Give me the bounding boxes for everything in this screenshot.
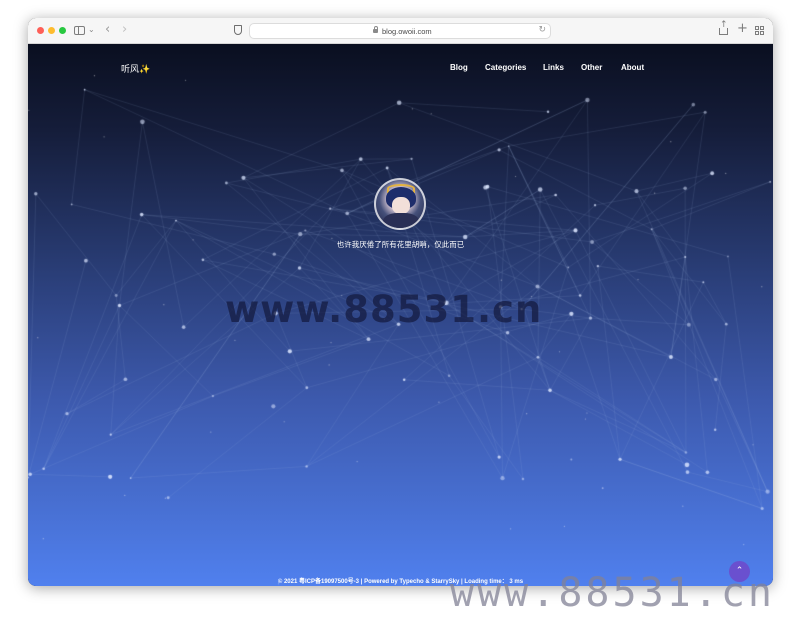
back-icon[interactable]: ‹ bbox=[105, 23, 110, 36]
nav-about[interactable]: About bbox=[621, 63, 644, 72]
tab-overview-icon[interactable] bbox=[755, 26, 764, 35]
page-viewport: 听风✨ Blog Categories Links Other About 也许… bbox=[28, 44, 773, 586]
zoom-window-button[interactable] bbox=[59, 27, 66, 34]
footer-icp-link[interactable]: 粤ICP备19097500号-3 bbox=[299, 579, 359, 585]
site-footer: © 2021 粤ICP备19097500号-3 | Powered by Typ… bbox=[28, 576, 773, 585]
back-to-top-button[interactable]: ⌃ bbox=[729, 561, 750, 582]
avatar-body bbox=[383, 213, 419, 228]
nav-categories[interactable]: Categories bbox=[485, 63, 526, 72]
footer-theme-link[interactable]: StarrySky bbox=[431, 579, 459, 585]
url-text: blog.owoii.com bbox=[382, 27, 432, 36]
new-tab-icon[interactable]: + bbox=[737, 22, 748, 35]
forward-icon[interactable]: › bbox=[122, 23, 127, 36]
site-brand[interactable]: 听风✨ bbox=[121, 62, 150, 75]
footer-amp: & bbox=[425, 579, 430, 585]
minimize-window-button[interactable] bbox=[48, 27, 55, 34]
chevron-down-icon[interactable]: ⌄ bbox=[88, 26, 95, 34]
footer-loading-label: Loading time： bbox=[464, 579, 508, 585]
footer-separator: | bbox=[360, 579, 363, 585]
avatar bbox=[374, 178, 426, 230]
sidebar-toggle-icon[interactable] bbox=[74, 26, 85, 35]
close-window-button[interactable] bbox=[37, 27, 44, 34]
reload-icon[interactable]: ↻ bbox=[538, 25, 546, 35]
chevron-up-icon: ⌃ bbox=[735, 566, 744, 576]
footer-powered-label: Powered by bbox=[364, 579, 398, 585]
site-motto: 也许我厌倦了所有花里胡哨，仅此而已 bbox=[336, 240, 465, 249]
address-bar[interactable]: blog.owoii.com ↻ bbox=[249, 23, 551, 39]
lock-icon bbox=[373, 26, 378, 33]
footer-typecho-link[interactable]: Typecho bbox=[399, 579, 423, 585]
share-icon[interactable] bbox=[719, 21, 728, 35]
privacy-shield-icon[interactable] bbox=[234, 25, 242, 35]
footer-loading-value: 3 ms bbox=[509, 579, 524, 585]
nav-blog[interactable]: Blog bbox=[450, 63, 468, 72]
avatar-face bbox=[392, 197, 410, 214]
browser-toolbar: ⌄ ‹ › blog.owoii.com ↻ + bbox=[28, 18, 773, 44]
browser-window: ⌄ ‹ › blog.owoii.com ↻ + 听风✨ Blog Catego… bbox=[28, 18, 773, 586]
starry-network-background bbox=[28, 44, 773, 586]
footer-copyright: © 2021 bbox=[277, 579, 298, 585]
footer-separator-2: | bbox=[461, 579, 463, 585]
nav-other[interactable]: Other bbox=[581, 63, 602, 72]
nav-links[interactable]: Links bbox=[543, 63, 564, 72]
